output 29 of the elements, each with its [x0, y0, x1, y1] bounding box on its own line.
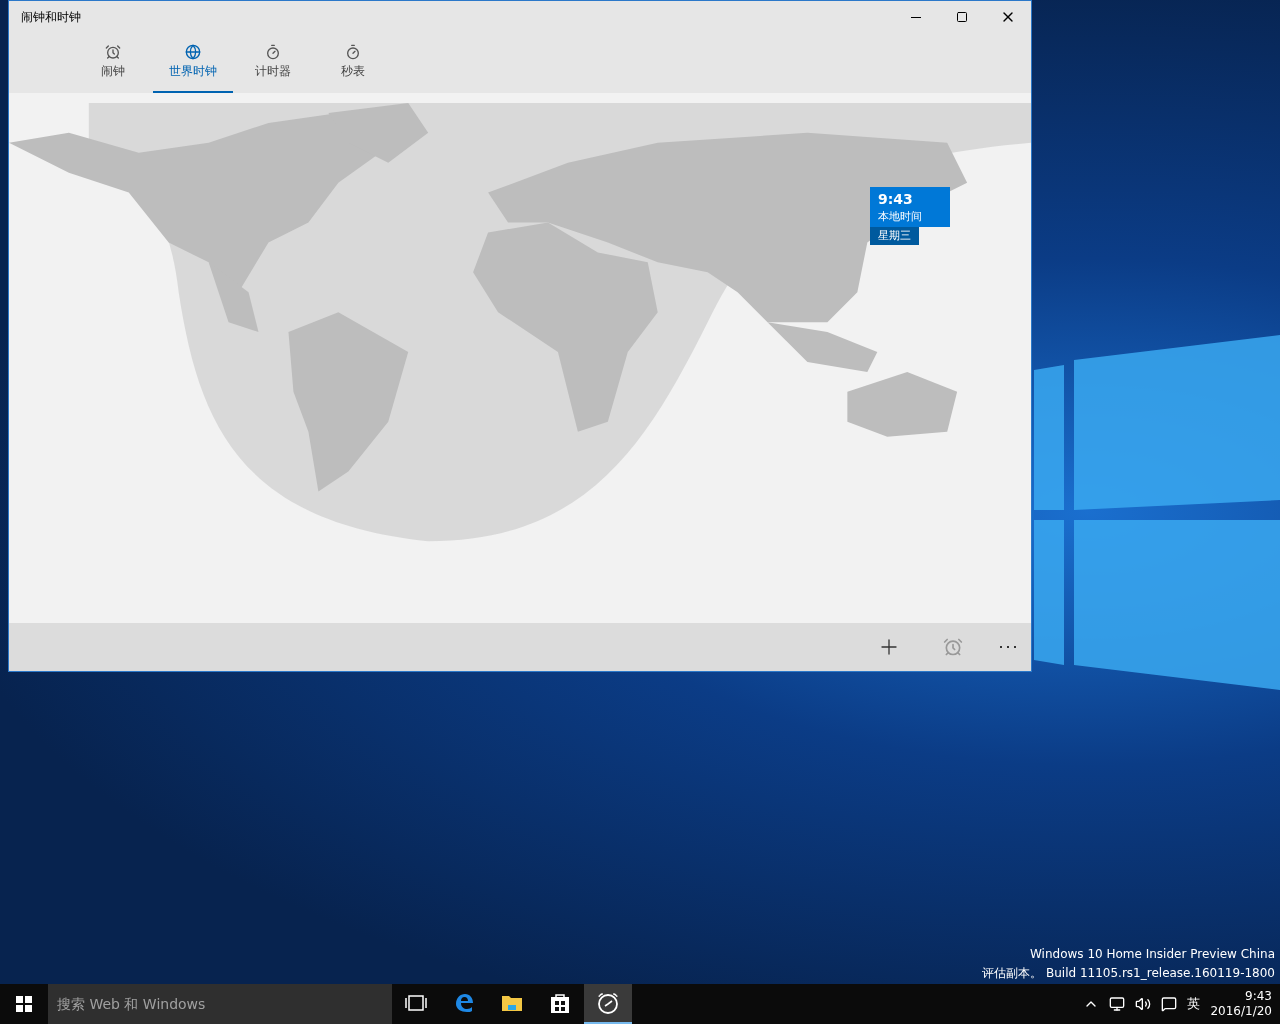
window-title: 闹钟和时钟: [20, 9, 81, 26]
clock-label: 本地时间: [878, 209, 923, 225]
clock-button[interactable]: 9:43 2016/1/20: [1210, 989, 1272, 1019]
volume-icon[interactable]: [1135, 996, 1152, 1012]
timer-icon: [265, 44, 281, 60]
action-center-icon[interactable]: [1161, 996, 1178, 1012]
build-text: 评估副本。 Build 11105.rs1_release.160119-1800: [982, 965, 1275, 982]
network-icon[interactable]: [1109, 996, 1126, 1012]
maximize-icon: [956, 11, 968, 23]
minimize-icon: [911, 16, 921, 18]
input-method-button[interactable]: 英: [1187, 994, 1201, 1014]
edge-browser-icon: [453, 992, 475, 1014]
task-view-icon: [405, 995, 427, 1011]
alarm-clock-icon: [105, 44, 121, 60]
tab[interactable]: 闹钟: [73, 33, 153, 93]
tab[interactable]: 计时器: [233, 33, 313, 93]
windows-start-icon: [16, 996, 32, 1012]
stopwatch-icon: [345, 44, 361, 60]
weekday-label: 星期三: [870, 227, 919, 245]
clock-time: 9:43: [878, 190, 914, 209]
search-field[interactable]: 搜索 Web 和 Windows: [48, 984, 392, 1024]
local-time-card[interactable]: 9:43 本地时间: [870, 187, 950, 227]
tab[interactable]: 秒表: [313, 33, 393, 93]
alarm-clock-icon: [596, 991, 620, 1015]
clock-icon: [943, 637, 963, 657]
edition-text: Windows 10 Home Insider Preview China: [1030, 946, 1275, 963]
store-bag-icon: [550, 992, 570, 1014]
taskbar-app-button[interactable]: [584, 984, 632, 1024]
folder-icon: [501, 994, 523, 1012]
